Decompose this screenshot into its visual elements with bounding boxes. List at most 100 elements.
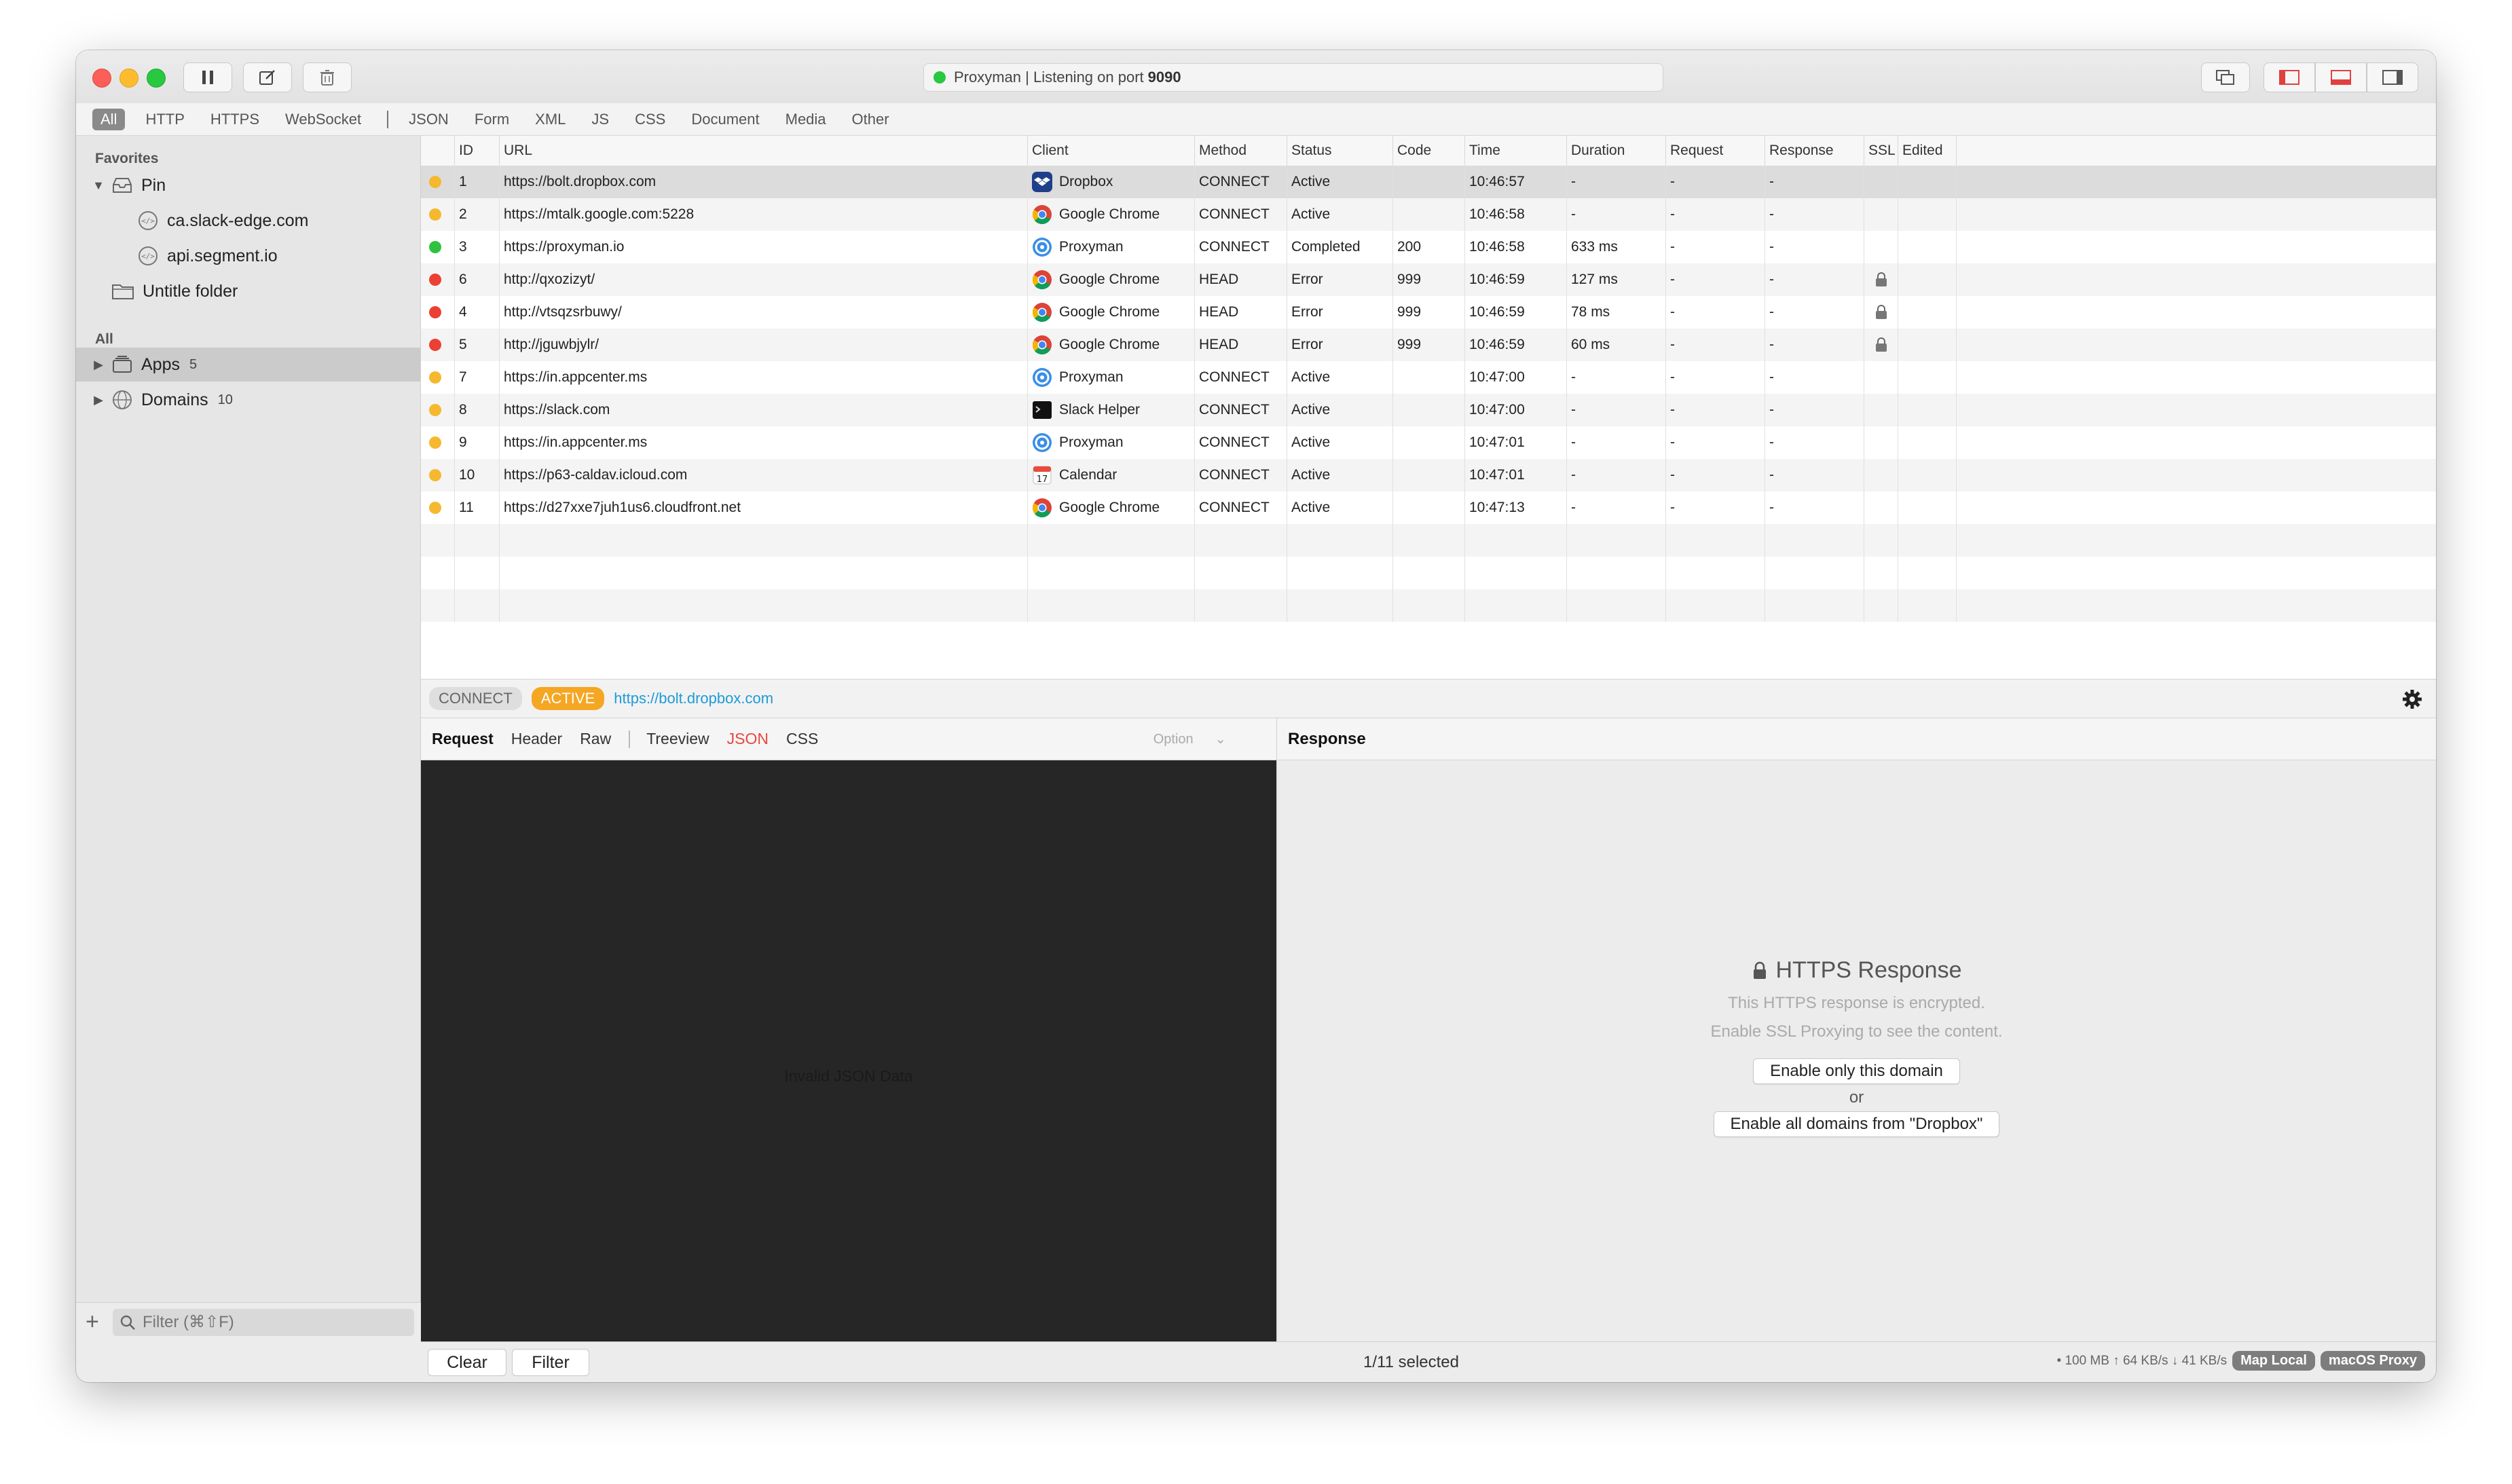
table-row[interactable]: 4 http://vtsqzsrbuwy/Google Chrome HEAD Err… <box>421 296 2436 329</box>
filter-media[interactable]: Media <box>786 111 826 128</box>
filter-json[interactable]: JSON <box>409 111 449 128</box>
table-row[interactable]: 11 https://d27xxe7juh1us6.cloudfront.net G… <box>421 491 2436 524</box>
cell-code <box>1393 426 1465 459</box>
filter-https[interactable]: HTTPS <box>210 111 259 128</box>
macos-proxy-badge[interactable]: macOS Proxy <box>2320 1351 2425 1371</box>
sidebar-item-folder[interactable]: Untitle folder <box>76 274 420 308</box>
sidebar-item-domains[interactable]: ▶ Domains 10 <box>76 383 420 417</box>
enable-all-domains-button[interactable]: Enable all domains from "Dropbox" <box>1713 1111 2000 1137</box>
client-name: Google Chrome <box>1059 272 1160 287</box>
sidebar-item-pin[interactable]: ▼ Pin <box>76 168 420 202</box>
table-row[interactable]: 3 https://proxyman.io Proxyman CONNECT Compl… <box>421 231 2436 263</box>
filter-button[interactable]: Filter <box>512 1349 589 1376</box>
toggle-sidebar-button[interactable] <box>2264 62 2315 92</box>
toggle-bottom-panel-button[interactable] <box>2315 62 2367 92</box>
disclosure-expanded-icon[interactable]: ▼ <box>91 179 106 193</box>
column-client[interactable]: Client <box>1028 136 1195 166</box>
gear-icon[interactable] <box>2402 689 2422 709</box>
proxyman-icon <box>1032 367 1052 388</box>
table-row[interactable]: 1 https://bolt.dropbox.com Dropbox CONNECT A… <box>421 166 2436 198</box>
table-row[interactable]: 7 https://in.appcenter.ms Proxyman CONNECT A… <box>421 361 2436 394</box>
cell-status-dot <box>421 296 455 329</box>
enable-domain-button[interactable]: Enable only this domain <box>1753 1058 1960 1084</box>
selected-url[interactable]: https://bolt.dropbox.com <box>614 690 773 707</box>
cell-code: 999 <box>1393 329 1465 361</box>
filter-css[interactable]: CSS <box>635 111 665 128</box>
table-row[interactable]: 10 https://p63-caldav.icloud.com 17 Calenda… <box>421 459 2436 491</box>
cell-filler <box>1957 589 2436 622</box>
column-response[interactable]: Response <box>1765 136 1864 166</box>
disclosure-collapsed-icon[interactable]: ▶ <box>91 393 106 407</box>
table-row[interactable]: 8 https://slack.com Slack Helper CONNECT Act… <box>421 394 2436 426</box>
proxyman-window: Proxyman | Listening on port 9090 All HT… <box>76 50 2436 1382</box>
column-code[interactable]: Code <box>1393 136 1465 166</box>
status-dot <box>429 502 441 514</box>
filter-js[interactable]: JS <box>591 111 609 128</box>
sidebar-filter-input[interactable] <box>141 1312 402 1333</box>
apps-count: 5 <box>189 356 198 372</box>
cell-request <box>1666 557 1765 589</box>
compose-button[interactable] <box>243 62 292 92</box>
column-url[interactable]: URL <box>500 136 1028 166</box>
tab-css[interactable]: CSS <box>786 730 818 748</box>
cell-time: 10:47:13 <box>1465 491 1567 524</box>
zoom-window-button[interactable] <box>147 69 166 88</box>
column-method[interactable]: Method <box>1195 136 1287 166</box>
response-title: Response <box>1288 729 1366 748</box>
option-dropdown[interactable]: Option ⌄ <box>1153 730 1244 747</box>
column-status-dot[interactable] <box>421 136 455 166</box>
sidebar-item-slack-edge[interactable]: </> ca.slack-edge.com <box>76 204 420 238</box>
empty-table-row <box>421 557 2436 589</box>
table-row[interactable]: 6 http://qxozizyt/Google Chrome HEAD Error 9… <box>421 263 2436 296</box>
clear-button[interactable]: Clear <box>428 1349 506 1376</box>
toggle-right-panel-button[interactable] <box>2367 62 2418 92</box>
filter-form[interactable]: Form <box>475 111 509 128</box>
column-status[interactable]: Status <box>1287 136 1393 166</box>
table-row[interactable]: 9 https://in.appcenter.ms Proxyman CONNECT A… <box>421 426 2436 459</box>
sidebar: Favorites ▼ Pin </> ca.slack-edge.com </… <box>76 136 421 1341</box>
column-id[interactable]: ID <box>455 136 500 166</box>
add-icon[interactable]: + <box>86 1309 113 1335</box>
trash-button[interactable] <box>303 62 352 92</box>
sidebar-item-apps[interactable]: ▶ Apps 5 <box>76 348 420 382</box>
disclosure-collapsed-icon[interactable]: ▶ <box>91 358 106 372</box>
table-row[interactable]: 5 http://jguwbjylr/Google Chrome HEAD Error… <box>421 329 2436 361</box>
cell-id: 10 <box>455 459 500 491</box>
tab-json[interactable]: JSON <box>727 730 769 748</box>
sidebar-item-label: ca.slack-edge.com <box>167 210 309 230</box>
column-edited[interactable]: Edited <box>1898 136 1957 166</box>
filter-http[interactable]: HTTP <box>145 111 184 128</box>
tab-treeview[interactable]: Treeview <box>646 730 709 748</box>
client-name: Google Chrome <box>1059 206 1160 222</box>
sidebar-filter-field[interactable] <box>113 1308 414 1336</box>
filter-all[interactable]: All <box>92 108 126 130</box>
new-window-button[interactable] <box>2201 62 2250 92</box>
cell-code <box>1393 524 1465 557</box>
cell-edited <box>1898 296 1957 329</box>
cell-duration: - <box>1567 166 1666 198</box>
traffic-stats: • 100 MB ↑ 64 KB/s ↓ 41 KB/s <box>2056 1353 2228 1368</box>
column-request[interactable]: Request <box>1666 136 1765 166</box>
map-local-badge[interactable]: Map Local <box>2232 1351 2315 1371</box>
column-duration[interactable]: Duration <box>1567 136 1666 166</box>
filter-document[interactable]: Document <box>691 111 759 128</box>
close-window-button[interactable] <box>92 69 111 88</box>
cell-duration <box>1567 557 1666 589</box>
minimize-window-button[interactable] <box>119 69 138 88</box>
cell-request: - <box>1666 263 1765 296</box>
filter-websocket[interactable]: WebSocket <box>285 111 361 128</box>
cell-edited <box>1898 198 1957 231</box>
sidebar-footer: + <box>76 1302 421 1341</box>
tab-raw[interactable]: Raw <box>580 730 611 748</box>
cell-request: - <box>1666 361 1765 394</box>
cell-id <box>455 557 500 589</box>
sidebar-item-segment[interactable]: </> api.segment.io <box>76 239 420 273</box>
filter-other[interactable]: Other <box>852 111 889 128</box>
column-ssl[interactable]: SSL <box>1864 136 1898 166</box>
request-body-viewer[interactable]: Invalid JSON Data <box>421 760 1276 1382</box>
pause-button[interactable] <box>183 62 232 92</box>
column-time[interactable]: Time <box>1465 136 1567 166</box>
table-row[interactable]: 2 https://mtalk.google.com:5228 Google Chr… <box>421 198 2436 231</box>
filter-xml[interactable]: XML <box>535 111 566 128</box>
tab-header[interactable]: Header <box>511 730 562 748</box>
